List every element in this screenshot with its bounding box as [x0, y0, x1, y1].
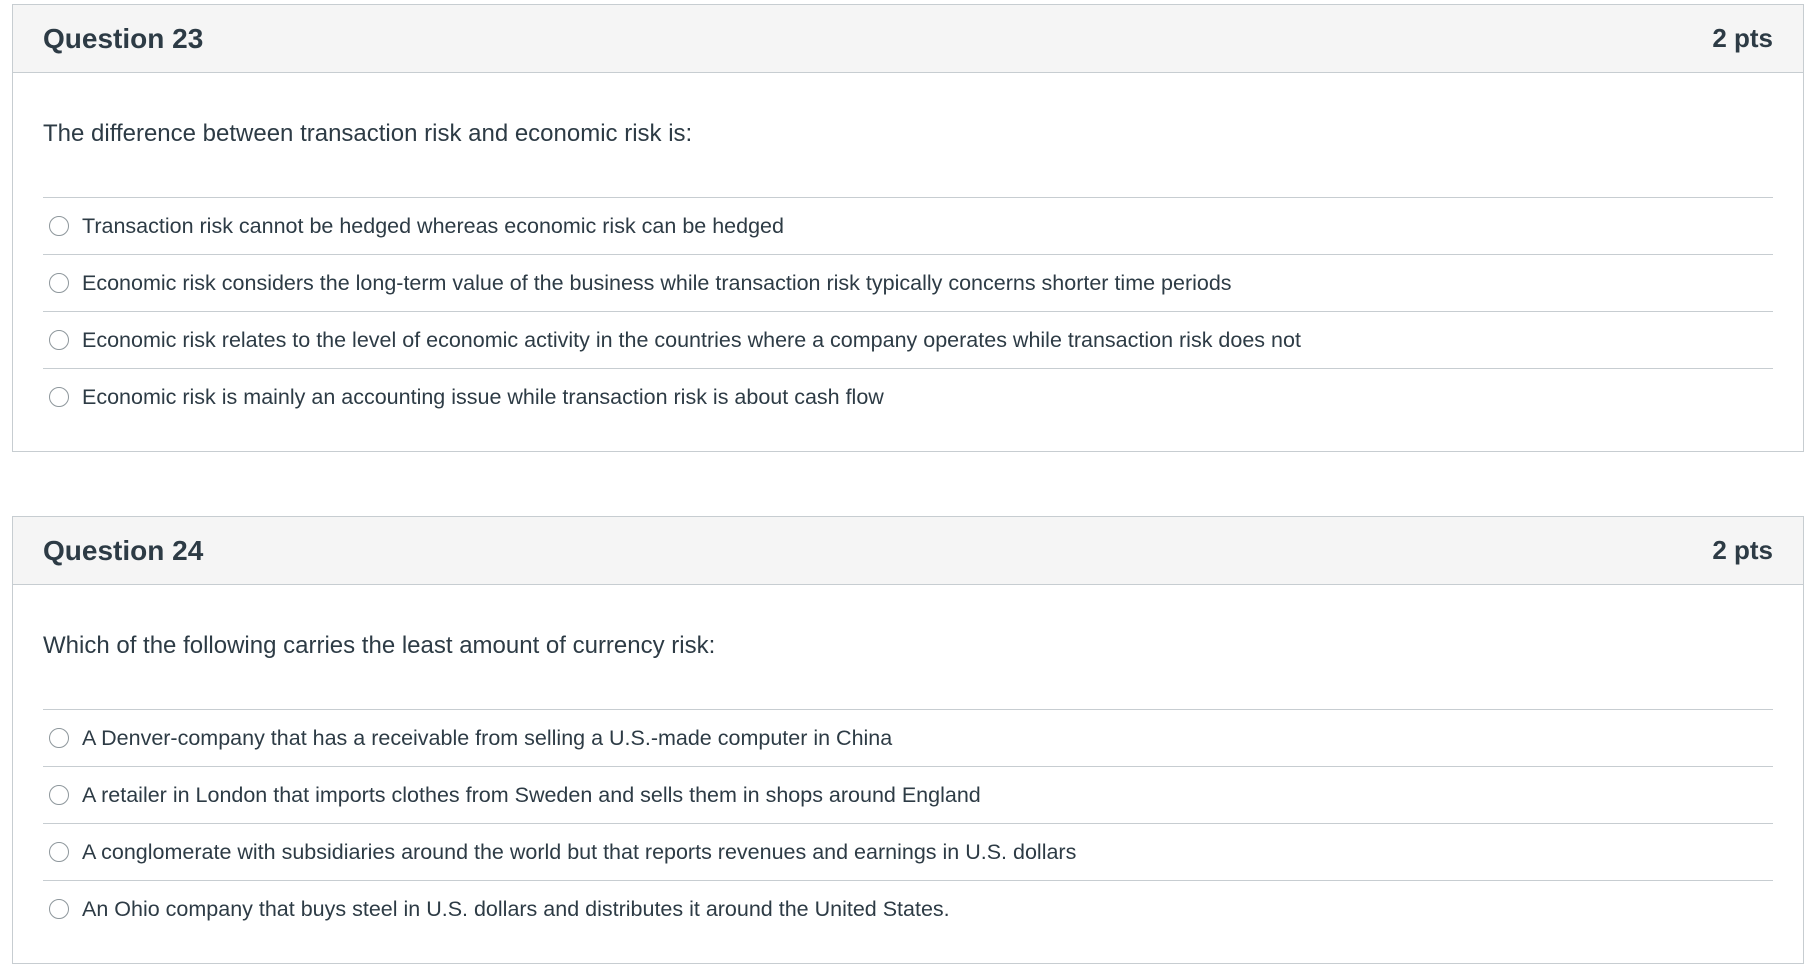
- answer-label[interactable]: Transaction risk cannot be hedged wherea…: [82, 213, 784, 239]
- question-text: Which of the following carries the least…: [43, 632, 716, 659]
- answer-option[interactable]: Transaction risk cannot be hedged wherea…: [43, 197, 1773, 254]
- answer-option[interactable]: Economic risk relates to the level of ec…: [43, 311, 1773, 368]
- answer-option[interactable]: Economic risk is mainly an accounting is…: [43, 368, 1773, 425]
- answer-option[interactable]: A Denver-company that has a receivable f…: [43, 709, 1773, 766]
- question-points: 2 pts: [1712, 23, 1773, 53]
- radio-button[interactable]: [49, 899, 69, 919]
- answer-label[interactable]: Economic risk considers the long-term va…: [82, 270, 1232, 296]
- answer-option[interactable]: A conglomerate with subsidiaries around …: [43, 823, 1773, 880]
- radio-button[interactable]: [49, 785, 69, 805]
- question-23-card: Question 23 2 pts The difference between…: [12, 4, 1804, 452]
- question-header: Question 24 2 pts: [13, 517, 1803, 585]
- answer-label[interactable]: A conglomerate with subsidiaries around …: [82, 839, 1076, 865]
- answer-option[interactable]: Economic risk considers the long-term va…: [43, 254, 1773, 311]
- radio-button[interactable]: [49, 842, 69, 862]
- answer-label[interactable]: A retailer in London that imports clothe…: [82, 782, 981, 808]
- question-points: 2 pts: [1712, 535, 1773, 565]
- answer-label[interactable]: A Denver-company that has a receivable f…: [82, 725, 892, 751]
- question-title: Question 24: [43, 534, 204, 566]
- radio-button[interactable]: [49, 216, 69, 236]
- answer-option[interactable]: An Ohio company that buys steel in U.S. …: [43, 880, 1773, 937]
- question-text: The difference between transaction risk …: [43, 120, 693, 147]
- radio-button[interactable]: [49, 330, 69, 350]
- answer-label[interactable]: Economic risk relates to the level of ec…: [82, 327, 1301, 353]
- answer-option[interactable]: A retailer in London that imports clothe…: [43, 766, 1773, 823]
- radio-button[interactable]: [49, 728, 69, 748]
- radio-button[interactable]: [49, 387, 69, 407]
- question-header: Question 23 2 pts: [13, 5, 1803, 73]
- answer-list: Transaction risk cannot be hedged wherea…: [43, 197, 1773, 425]
- question-body: The difference between transaction risk …: [13, 73, 1803, 425]
- answer-label[interactable]: Economic risk is mainly an accounting is…: [82, 384, 884, 410]
- radio-button[interactable]: [49, 273, 69, 293]
- question-24-card: Question 24 2 pts Which of the following…: [12, 516, 1804, 964]
- answer-list: A Denver-company that has a receivable f…: [43, 709, 1773, 937]
- question-body: Which of the following carries the least…: [13, 585, 1803, 937]
- question-title: Question 23: [43, 22, 204, 54]
- answer-label[interactable]: An Ohio company that buys steel in U.S. …: [82, 896, 950, 922]
